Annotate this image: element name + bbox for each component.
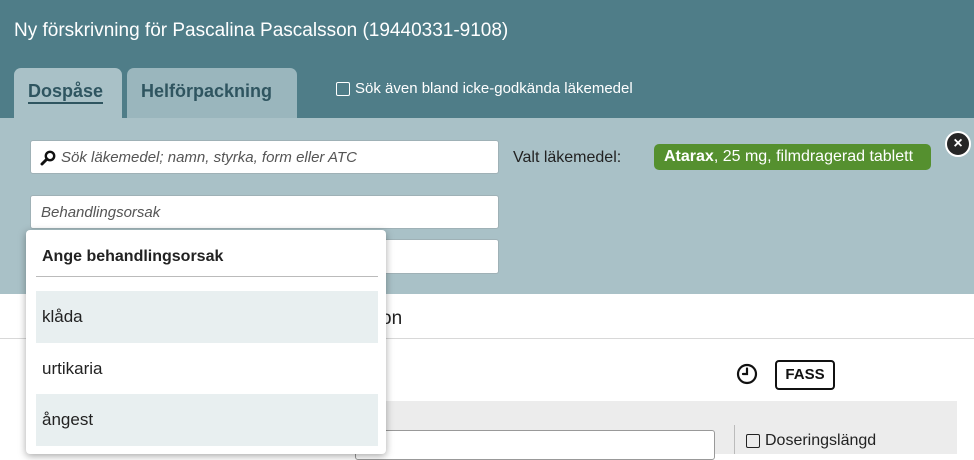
- dropdown-separator: [36, 276, 378, 277]
- selected-drug-name: Atarax: [664, 148, 714, 165]
- history-clock-icon[interactable]: [736, 363, 758, 385]
- checkbox-icon[interactable]: [336, 81, 350, 96]
- tab-dospase[interactable]: Dospåse: [14, 68, 122, 118]
- selected-drug-details: , 25 mg, filmdragerad tablett: [713, 148, 914, 165]
- treatment-reason-input[interactable]: Behandlingsorsak: [30, 195, 499, 229]
- dosing-length-label: Doseringslängd: [765, 432, 877, 449]
- dosing-input[interactable]: [355, 430, 715, 460]
- selected-drug-label: Valt läkemedel:: [513, 149, 622, 166]
- selected-drug-badge: Atarax, 25 mg, filmdragerad tablett: [654, 144, 932, 170]
- dosing-length-option[interactable]: Doseringslängd: [746, 432, 876, 450]
- drug-search-placeholder: Sök läkemedel; namn, styrka, form eller …: [61, 149, 357, 166]
- title-bar: Ny förskrivning för Pascalina Pascalsson…: [0, 0, 974, 60]
- tab-dospase-label: Dospåse: [28, 81, 104, 104]
- dropdown-option-klada[interactable]: klåda: [36, 291, 378, 343]
- drug-search-input[interactable]: Sök läkemedel; namn, styrka, form eller …: [30, 140, 499, 174]
- dropdown-header: Ange behandlingsorsak: [42, 248, 224, 265]
- dosing-divider: [734, 425, 735, 454]
- include-unapproved-label: Sök även bland icke-godkända läkemedel: [355, 80, 633, 97]
- treatment-reason-dropdown: Ange behandlingsorsak klåda urtikaria ån…: [26, 230, 386, 454]
- remove-drug-close-icon[interactable]: ×: [945, 131, 971, 157]
- tab-helforpackning-label: Helförpackning: [141, 81, 273, 101]
- dropdown-option-angest[interactable]: ångest: [36, 394, 378, 446]
- search-icon: [40, 150, 56, 166]
- fass-button[interactable]: FASS: [775, 360, 835, 390]
- treatment-reason-placeholder: Behandlingsorsak: [41, 204, 161, 221]
- include-unapproved-option[interactable]: Sök även bland icke-godkända läkemedel: [336, 80, 633, 97]
- checkbox-icon[interactable]: [746, 434, 760, 448]
- dropdown-option-urtikaria[interactable]: urtikaria: [36, 343, 378, 395]
- window-title: Ny förskrivning för Pascalina Pascalsson…: [14, 20, 509, 41]
- tab-helforpackning[interactable]: Helförpackning: [127, 68, 297, 118]
